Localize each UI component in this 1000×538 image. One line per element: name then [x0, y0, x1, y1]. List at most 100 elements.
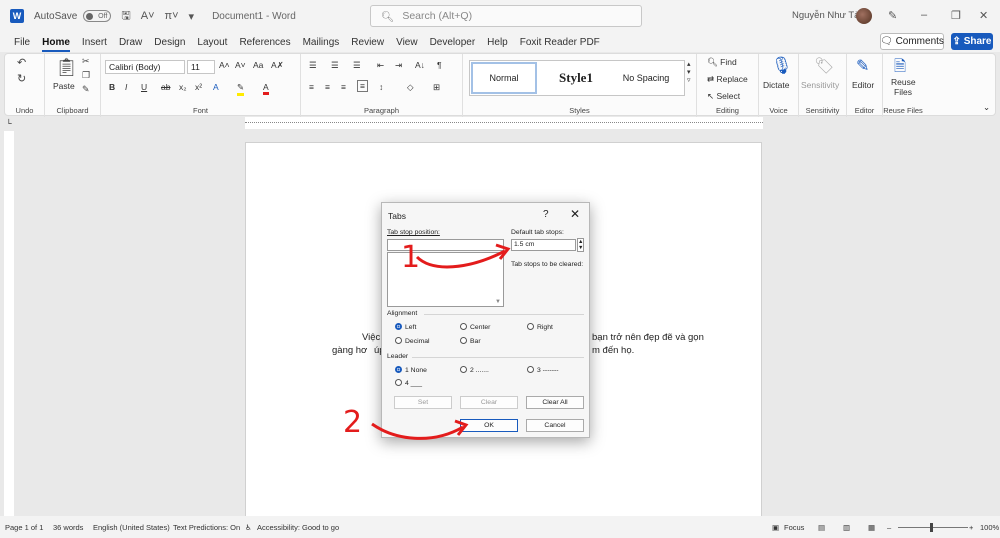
tab-help[interactable]: Help: [487, 37, 508, 48]
dictate-label[interactable]: Dictate: [763, 80, 789, 90]
cut-icon[interactable]: ✂: [82, 56, 90, 67]
zoom-level[interactable]: 100%: [980, 523, 999, 532]
focus-button[interactable]: Focus: [784, 523, 804, 532]
tab-selector-icon[interactable]: └: [6, 119, 12, 128]
align-right-icon[interactable]: ≡: [341, 82, 346, 92]
grow-font-icon[interactable]: A˄: [219, 60, 230, 70]
read-mode-icon[interactable]: ▤: [818, 523, 825, 532]
autosave-toggle[interactable]: Off: [83, 10, 112, 22]
format-painter-icon[interactable]: ✎: [82, 84, 90, 95]
align-right-label[interactable]: Right: [537, 324, 553, 331]
default-tab-stops-spinner[interactable]: ▲ ▼: [577, 238, 585, 252]
align-center-radio[interactable]: [460, 323, 467, 330]
reuse-files-button-line1[interactable]: Reuse: [891, 77, 916, 87]
zoom-out-icon[interactable]: –: [887, 523, 891, 532]
leader-dots-label[interactable]: 2 .......: [470, 367, 489, 374]
font-color-icon[interactable]: A: [263, 82, 269, 95]
font-name-select[interactable]: Calibri (Body): [105, 60, 185, 74]
strikethrough-icon[interactable]: ab: [161, 82, 170, 92]
change-case-icon[interactable]: Aa: [253, 60, 263, 70]
zoom-in-icon[interactable]: +: [969, 523, 973, 532]
justify-icon[interactable]: ≡: [357, 80, 368, 92]
replace-button[interactable]: ⇄ Replace: [707, 74, 748, 85]
text-effects-icon[interactable]: A: [213, 82, 219, 92]
tab-home[interactable]: Home: [42, 37, 70, 52]
language-status[interactable]: English (United States): [93, 523, 170, 532]
web-layout-icon[interactable]: ▦: [868, 523, 875, 532]
superscript-icon[interactable]: x²: [195, 82, 202, 92]
align-right-radio[interactable]: [527, 323, 534, 330]
editor-icon[interactable]: ✎: [856, 56, 869, 76]
align-decimal-label[interactable]: Decimal: [405, 338, 430, 345]
align-bar-radio[interactable]: [460, 337, 467, 344]
clear-formatting-icon[interactable]: A✗: [271, 60, 284, 71]
subscript-icon[interactable]: x₂: [179, 82, 187, 92]
vertical-ruler[interactable]: [4, 131, 14, 516]
accessibility-icon[interactable]: ♿︎: [245, 523, 252, 532]
list-scroll-down-icon[interactable]: ▼: [495, 299, 501, 305]
tab-layout[interactable]: Layout: [197, 37, 227, 48]
text-predictions-status[interactable]: Text Predictions: On: [173, 523, 240, 532]
style-normal[interactable]: Normal: [471, 62, 537, 94]
tab-mailings[interactable]: Mailings: [303, 37, 340, 48]
font-format-icon[interactable]: A˅: [141, 10, 155, 22]
clear-all-button[interactable]: Clear All: [526, 396, 584, 409]
tab-references[interactable]: References: [239, 37, 290, 48]
page-count[interactable]: Page 1 of 1: [5, 523, 43, 532]
borders-icon[interactable]: ⊞: [433, 82, 440, 93]
align-left-radio[interactable]: [395, 323, 402, 330]
zoom-slider-thumb[interactable]: [930, 523, 933, 532]
leader-none-radio[interactable]: [395, 366, 402, 373]
leader-underline-label[interactable]: 4 ___: [405, 380, 422, 387]
ok-button[interactable]: OK: [460, 419, 518, 432]
clear-button[interactable]: Clear: [460, 396, 518, 409]
search-input[interactable]: 🔍︎ Search (Alt+Q): [370, 5, 642, 27]
comments-button[interactable]: 🗨︎ Comments: [880, 33, 944, 50]
align-left-icon[interactable]: ≡: [309, 82, 314, 92]
align-bar-label[interactable]: Bar: [470, 338, 481, 345]
tab-design[interactable]: Design: [154, 37, 185, 48]
align-decimal-radio[interactable]: [395, 337, 402, 344]
tab-foxit[interactable]: Foxit Reader PDF: [520, 37, 600, 48]
paste-icon[interactable]: 📋︎: [55, 57, 78, 78]
copy-icon[interactable]: ❐: [82, 70, 90, 81]
sort-icon[interactable]: A↓: [415, 60, 425, 70]
print-layout-icon[interactable]: ▥: [843, 523, 850, 532]
collapse-ribbon-icon[interactable]: ⌄: [983, 102, 990, 113]
tab-file[interactable]: File: [14, 37, 30, 48]
style-no-spacing[interactable]: No Spacing: [612, 62, 680, 94]
increase-indent-icon[interactable]: ⇥: [395, 60, 402, 71]
select-button[interactable]: ↖ Select: [707, 91, 740, 102]
underline-icon[interactable]: U: [141, 82, 147, 92]
minimize-icon[interactable]: –: [921, 9, 927, 21]
tab-view[interactable]: View: [396, 37, 418, 48]
line-spacing-icon[interactable]: ↕: [379, 82, 383, 92]
horizontal-ruler[interactable]: [245, 117, 763, 129]
leader-dashes-label[interactable]: 3 -------: [537, 367, 559, 374]
default-tab-stops-input[interactable]: 1.5 cm: [511, 239, 576, 251]
styles-more-icon[interactable]: ▴ ▾ ▿: [687, 60, 691, 84]
tab-insert[interactable]: Insert: [82, 37, 107, 48]
word-count[interactable]: 36 words: [53, 523, 83, 532]
leader-dots-radio[interactable]: [460, 366, 467, 373]
decrease-indent-icon[interactable]: ⇤: [377, 60, 384, 71]
undo-icon[interactable]: ↶: [17, 56, 26, 69]
zoom-slider[interactable]: [898, 527, 968, 528]
sensitivity-button[interactable]: Sensitivity: [801, 80, 839, 90]
cancel-button[interactable]: Cancel: [526, 419, 584, 432]
restore-icon[interactable]: ❐: [951, 9, 961, 22]
share-button[interactable]: ⇪ Share: [951, 33, 993, 50]
editor-button[interactable]: Editor: [852, 80, 874, 90]
italic-icon[interactable]: I: [125, 82, 127, 92]
shrink-font-icon[interactable]: A˅: [235, 60, 246, 70]
leader-dashes-radio[interactable]: [527, 366, 534, 373]
redo-icon[interactable]: ↻: [17, 72, 26, 85]
close-window-icon[interactable]: ✕: [979, 9, 988, 22]
align-center-label[interactable]: Center: [470, 324, 490, 331]
pen-icon[interactable]: ✎: [888, 9, 897, 22]
avatar[interactable]: [856, 8, 872, 24]
close-icon[interactable]: ✕: [570, 207, 580, 221]
save-icon[interactable]: 🖫: [121, 7, 130, 26]
sensitivity-icon[interactable]: 🏷︎: [814, 56, 834, 76]
multilevel-list-icon[interactable]: ☰: [353, 60, 361, 71]
